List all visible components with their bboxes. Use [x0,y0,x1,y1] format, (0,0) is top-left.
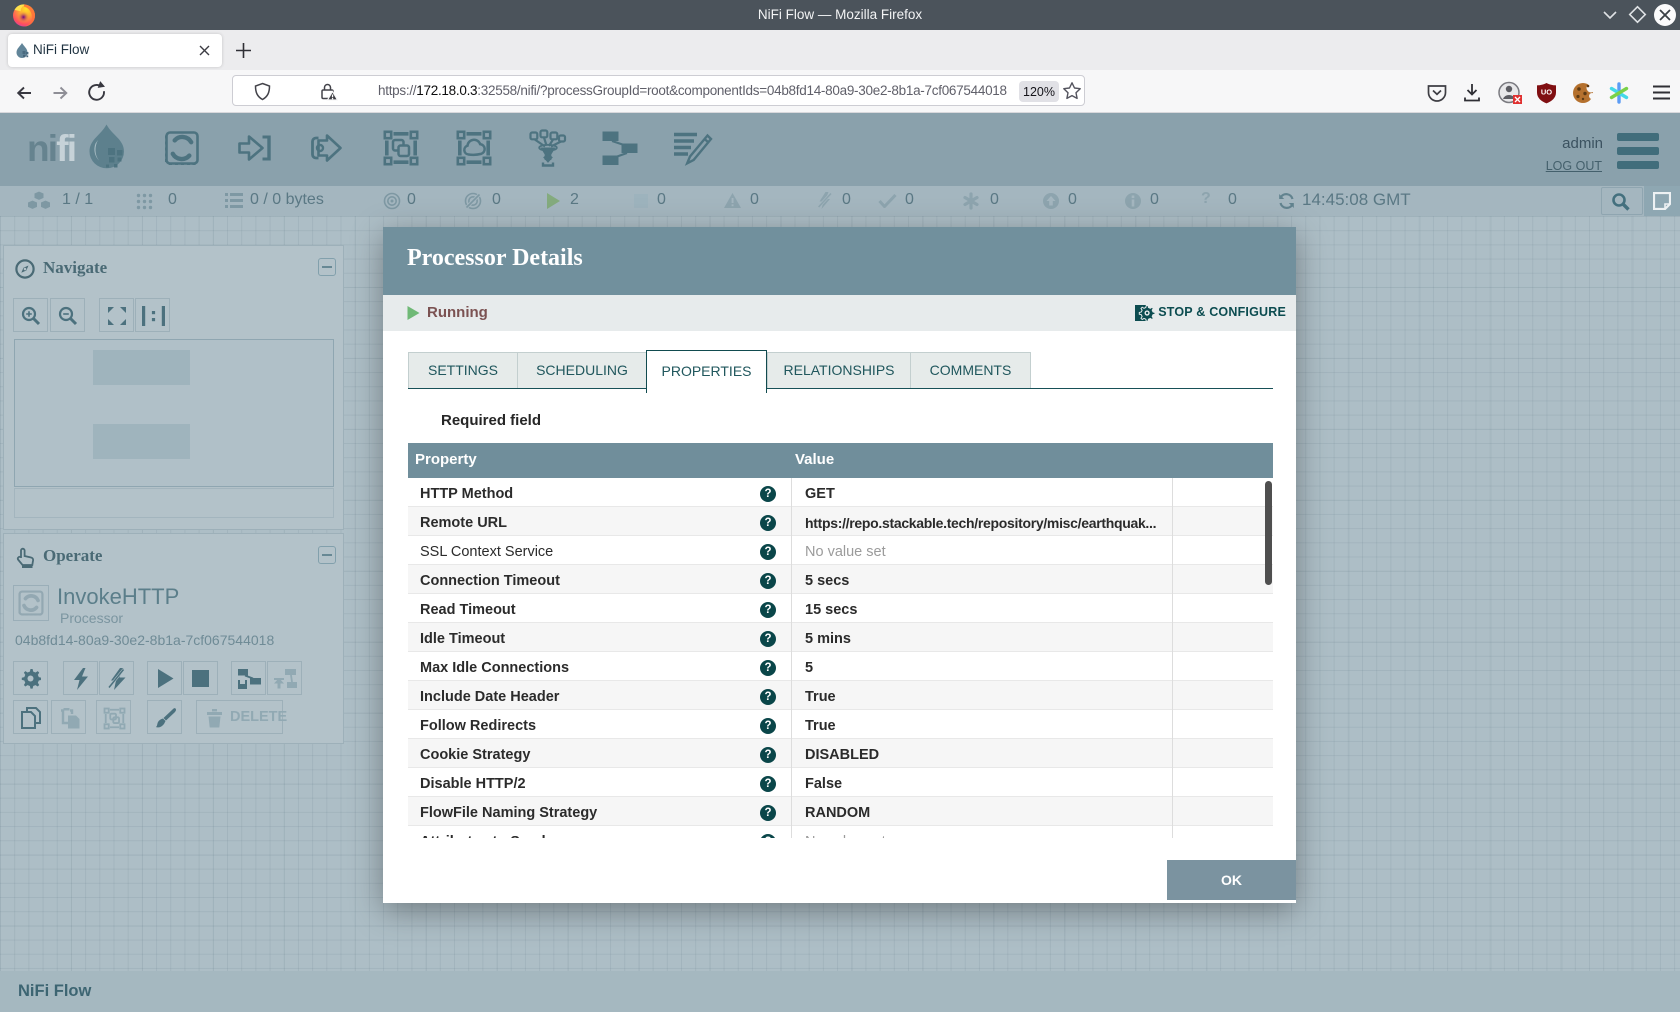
svg-text:UO: UO [1541,88,1552,97]
